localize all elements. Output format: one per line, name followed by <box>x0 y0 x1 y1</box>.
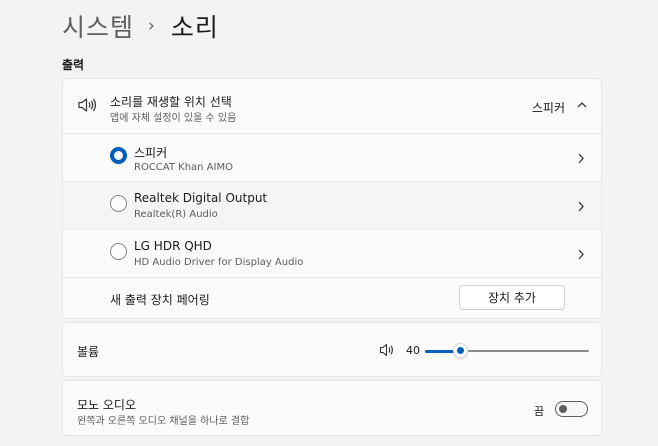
device-name: 스피커 <box>134 146 168 160</box>
volume-slider-thumb[interactable] <box>452 343 468 358</box>
mono-audio-subtitle: 왼쪽과 오른쪽 오디오 채널을 하나로 결합 <box>77 416 250 427</box>
volume-value: 40 <box>406 344 420 357</box>
output-device-item[interactable]: LG HDR QHD HD Audio Driver for Display A… <box>63 230 601 277</box>
mono-audio-title: 모노 오디오 <box>77 398 137 412</box>
add-device-button[interactable]: 장치 추가 <box>459 285 565 310</box>
mono-audio-card: 모노 오디오 왼쪽과 오른쪽 오디오 채널을 하나로 결합 끔 <box>62 380 602 436</box>
chevron-right-icon[interactable] <box>577 153 585 164</box>
section-title-output: 출력 <box>62 58 85 72</box>
mono-audio-toggle[interactable] <box>555 401 588 417</box>
speaker-icon[interactable] <box>379 343 395 357</box>
device-radio[interactable] <box>110 195 127 212</box>
breadcrumb-parent[interactable]: 시스템 <box>62 8 134 44</box>
device-detail: HD Audio Driver for Display Audio <box>134 257 304 268</box>
choose-output-subtitle: 앱에 자체 설정이 있을 수 있음 <box>110 113 237 124</box>
choose-output-title: 소리를 재생할 위치 선택 <box>110 95 232 109</box>
output-device-item[interactable]: 스피커 ROCCAT Khan AIMO <box>63 134 601 181</box>
device-name: LG HDR QHD <box>134 239 212 253</box>
output-card: 소리를 재생할 위치 선택 앱에 자체 설정이 있을 수 있음 스피커 스피커 … <box>62 78 602 319</box>
output-device-item[interactable]: Realtek Digital Output Realtek(R) Audio <box>63 182 601 229</box>
selected-output-value: 스피커 <box>531 101 565 115</box>
pair-device-label: 새 출력 장치 페어링 <box>110 293 210 307</box>
speaker-icon <box>78 98 96 112</box>
device-detail: Realtek(R) Audio <box>134 209 218 220</box>
volume-card: 볼륨 40 <box>62 322 602 377</box>
volume-slider[interactable] <box>425 341 589 361</box>
volume-slider-fill <box>425 350 456 353</box>
page-title: 소리 <box>170 13 219 42</box>
device-detail: ROCCAT Khan AIMO <box>134 162 233 173</box>
toggle-knob <box>559 405 567 413</box>
mono-audio-state: 끔 <box>534 405 545 418</box>
volume-label: 볼륨 <box>77 345 100 359</box>
breadcrumb: 시스템 › 소리 <box>62 8 219 44</box>
pair-device-row: 새 출력 장치 페어링 장치 추가 <box>63 278 601 319</box>
device-radio-selected[interactable] <box>110 147 127 164</box>
chevron-right-icon[interactable] <box>577 249 585 260</box>
device-name: Realtek Digital Output <box>134 191 268 205</box>
volume-slider-track <box>468 350 589 352</box>
choose-output-header[interactable]: 소리를 재생할 위치 선택 앱에 자체 설정이 있을 수 있음 스피커 <box>63 79 601 133</box>
chevron-up-icon[interactable] <box>577 101 587 109</box>
chevron-right-icon[interactable] <box>577 201 585 212</box>
device-radio[interactable] <box>110 243 127 260</box>
breadcrumb-separator: › <box>148 16 156 36</box>
